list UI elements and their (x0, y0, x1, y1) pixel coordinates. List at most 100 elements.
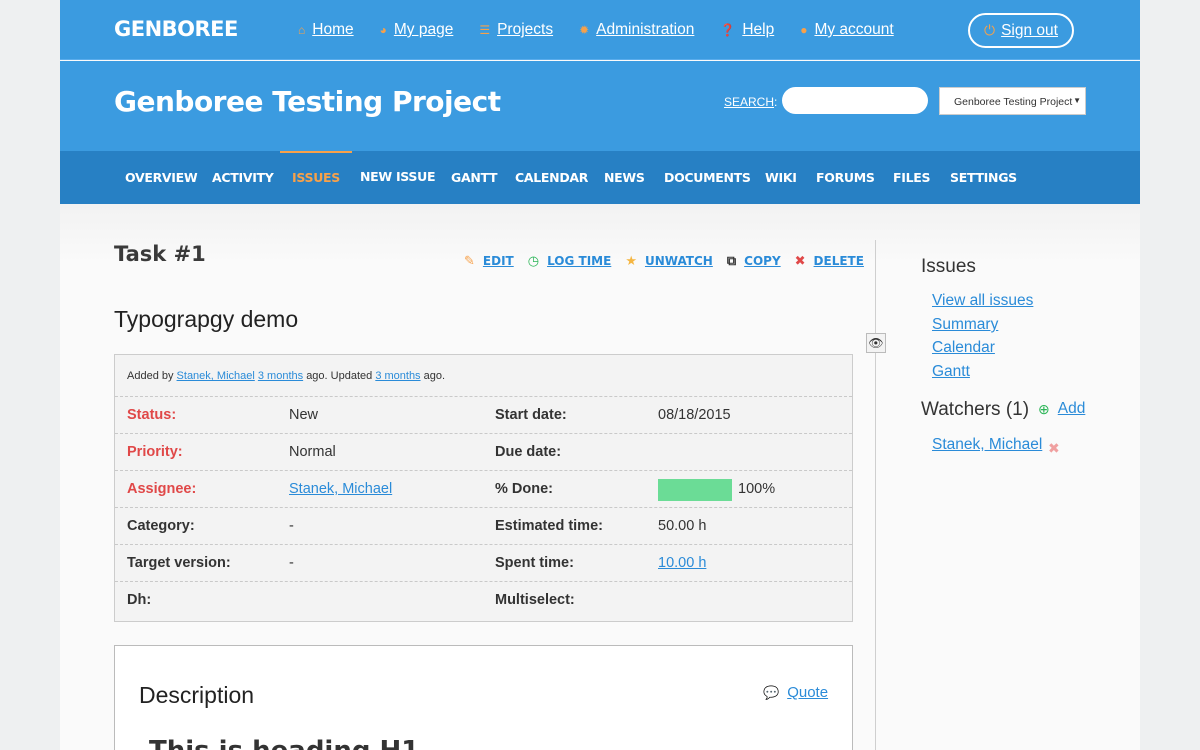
priority-value: Normal (289, 444, 336, 460)
tab-forums[interactable]: FORUMS (816, 151, 875, 204)
watcher-link[interactable]: Stanek, Michael (932, 436, 1042, 454)
sidebar-link-calendar[interactable]: Calendar (932, 339, 995, 357)
updated-text: ago. Updated (306, 370, 373, 382)
delete-icon: ✖ (794, 253, 806, 269)
sign-out-button[interactable]: ⏻ Sign out (968, 13, 1074, 48)
issue-attributes: Added by Stanek, Michael 3 months ago. U… (114, 354, 853, 622)
plus-circle-icon: ⊕ (1038, 400, 1050, 417)
attr-row: Target version: - Spent time: 10.00 h (115, 544, 852, 581)
attr-row: Dh: Multiselect: (115, 581, 852, 618)
attr-row: Assignee: Stanek, Michael % Done: 100% (115, 470, 852, 507)
project-jump-select[interactable]: Genboree Testing Project ▼ (939, 87, 1086, 115)
comment-icon: 💬 (763, 684, 780, 700)
home-icon: ⌂ (298, 23, 306, 37)
quote-button[interactable]: 💬 Quote (763, 684, 828, 701)
nav-home-label: Home (312, 21, 354, 38)
target-version-label: Target version: (127, 555, 231, 571)
sign-out-label: Sign out (1001, 21, 1058, 39)
tab-overview[interactable]: OVERVIEW (125, 151, 198, 204)
author-link[interactable]: Stanek, Michael (177, 370, 255, 382)
done-progress-bar (658, 479, 732, 501)
page: GENBOREE ⌂ Home ◕ My page ☰ Projects ✹ A… (60, 0, 1140, 750)
tab-issues[interactable]: ISSUES (280, 151, 352, 204)
target-version-value: - (289, 555, 294, 571)
assignee-link[interactable]: Stanek, Michael (289, 481, 392, 497)
nav-home[interactable]: ⌂ Home (298, 21, 354, 39)
nav-help-label: Help (742, 21, 775, 38)
dh-label: Dh: (127, 592, 152, 608)
estimated-time-label: Estimated time: (495, 518, 603, 534)
quote-label: Quote (787, 684, 829, 701)
top-bar: GENBOREE ⌂ Home ◕ My page ☰ Projects ✹ A… (60, 0, 1140, 60)
sidebar-link-view-all-issues[interactable]: View all issues (932, 292, 1033, 310)
assignee-label: Assignee: (127, 481, 197, 497)
delete-button[interactable]: ✖ DELETE (795, 254, 864, 269)
unwatch-button[interactable]: ★ UNWATCH (625, 254, 713, 269)
created-ago-link[interactable]: 3 months (258, 370, 303, 382)
ago-text: ago. (423, 370, 446, 382)
status-value: New (289, 407, 319, 423)
nav-my-page[interactable]: ◕ My page (380, 21, 454, 39)
main-menu: OVERVIEW ACTIVITY ISSUES NEW ISSUE GANTT… (60, 151, 1140, 204)
nav-my-account[interactable]: ● My account (800, 21, 894, 39)
tab-new-issue[interactable]: NEW ISSUE (360, 150, 436, 203)
tab-gantt[interactable]: GANTT (451, 151, 498, 204)
sidebar-link-gantt[interactable]: Gantt (932, 363, 970, 381)
help-icon: ❓ (720, 23, 736, 37)
dashboard-icon: ◕ (379, 23, 387, 37)
nav-projects-label: Projects (497, 21, 554, 38)
edit-button[interactable]: ✎ EDIT (464, 254, 514, 269)
clock-icon: ◷ (527, 253, 540, 269)
log-time-button[interactable]: ◷ LOG TIME (528, 254, 612, 269)
tab-settings[interactable]: SETTINGS (950, 151, 1017, 204)
logo[interactable]: GENBOREE (114, 17, 238, 41)
estimated-time-value: 50.00 h (658, 518, 707, 534)
nav-administration[interactable]: ✹ Administration (579, 21, 694, 39)
top-nav: ⌂ Home ◕ My page ☰ Projects ✹ Administra… (298, 0, 920, 60)
log-time-label: LOG TIME (547, 254, 612, 268)
nav-my-account-label: My account (814, 21, 894, 38)
nav-projects[interactable]: ☰ Projects (479, 21, 553, 39)
description-heading-h1: This is heading H1 (149, 736, 419, 750)
description-box: Description 💬 Quote This is heading H1 (114, 645, 853, 750)
description-title: Description (139, 682, 255, 708)
copy-icon: ⧉ (726, 253, 737, 269)
attr-row: Status: New Start date: 08/18/2015 (115, 396, 852, 433)
category-label: Category: (127, 518, 195, 534)
tab-calendar[interactable]: CALENDAR (515, 151, 588, 204)
tab-wiki[interactable]: WIKI (765, 151, 797, 204)
nav-administration-label: Administration (596, 21, 695, 38)
add-watcher-button[interactable]: ⊕ Add (1038, 400, 1085, 418)
eye-icon: 👁 (868, 336, 884, 350)
user-icon: ● (800, 23, 808, 37)
add-watcher-label: Add (1057, 400, 1086, 417)
category-value: - (289, 518, 294, 534)
project-title: Genboree Testing Project (114, 85, 501, 118)
tab-documents[interactable]: DOCUMENTS (664, 151, 751, 204)
nav-help[interactable]: ❓ Help (720, 21, 774, 39)
tab-files[interactable]: FILES (893, 151, 931, 204)
multiselect-label: Multiselect: (495, 592, 575, 608)
edit-icon: ✎ (464, 253, 475, 269)
delete-label: DELETE (813, 254, 864, 268)
sidebar-link-summary[interactable]: Summary (932, 316, 998, 334)
copy-button[interactable]: ⧉ COPY (727, 254, 781, 269)
spent-time-link[interactable]: 10.00 h (658, 555, 706, 571)
search-input[interactable] (782, 87, 928, 114)
star-icon: ★ (625, 253, 637, 269)
due-date-label: Due date: (495, 444, 562, 460)
remove-watcher-icon[interactable]: ✖ (1048, 440, 1060, 457)
issue-actions: ✎ EDIT ◷ LOG TIME ★ UNWATCH ⧉ COPY ✖ DEL… (464, 253, 878, 269)
status-label: Status: (127, 407, 177, 423)
tab-activity[interactable]: ACTIVITY (212, 151, 274, 204)
priority-label: Priority: (127, 444, 183, 460)
updated-ago-link[interactable]: 3 months (375, 370, 420, 382)
tab-news[interactable]: NEWS (604, 151, 645, 204)
power-icon: ⏻ (984, 22, 996, 38)
issue-author-line: Added by Stanek, Michael 3 months ago. U… (127, 370, 445, 382)
sidebar-watchers-heading: Watchers (1) (921, 399, 1030, 420)
search-label[interactable]: SEARCH: (724, 95, 777, 109)
hide-sidebar-button[interactable]: 👁 (866, 333, 886, 353)
sidebar-divider (875, 240, 876, 750)
done-label: % Done: (495, 481, 553, 497)
